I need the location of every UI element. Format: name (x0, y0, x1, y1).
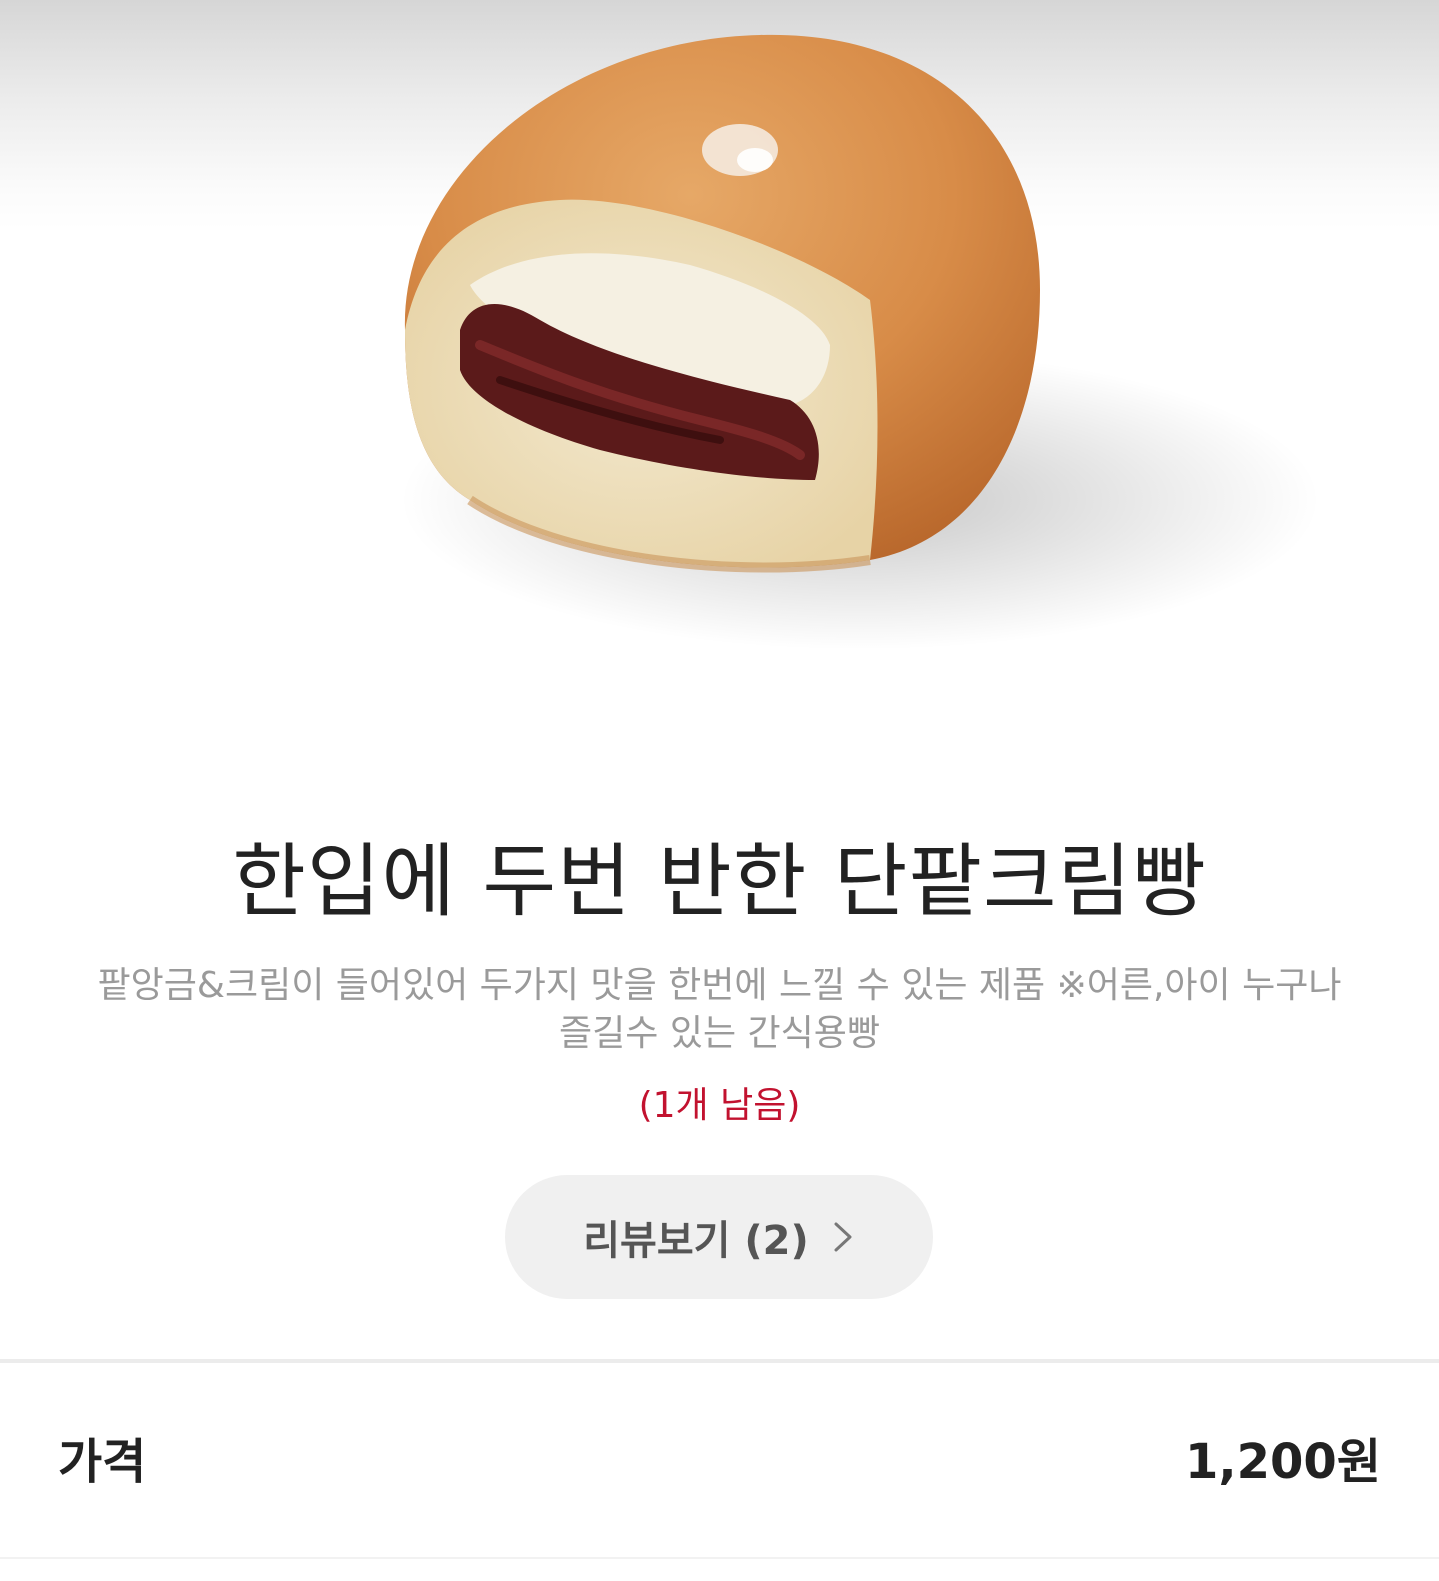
price-label: 가격 (58, 1434, 147, 1490)
chevron-right-icon (831, 1219, 855, 1255)
stock-status: (1개 남음) (638, 1085, 801, 1126)
product-image-area (0, 0, 1439, 760)
product-image (400, 34, 1320, 650)
price-value: 1,200원 (1185, 1434, 1381, 1490)
section-divider (0, 1359, 1439, 1363)
review-button[interactable]: 리뷰보기 (2) (505, 1175, 933, 1299)
product-description: 팥앙금&크림이 들어있어 두가지 맛을 한번에 느낄 수 있는 제품 ※어른,아… (97, 965, 1342, 1054)
bottom-divider (0, 1557, 1439, 1559)
product-title: 한입에 두번 반한 단팥크림빵 (232, 835, 1207, 928)
review-button-label: 리뷰보기 (2) (583, 1218, 809, 1264)
